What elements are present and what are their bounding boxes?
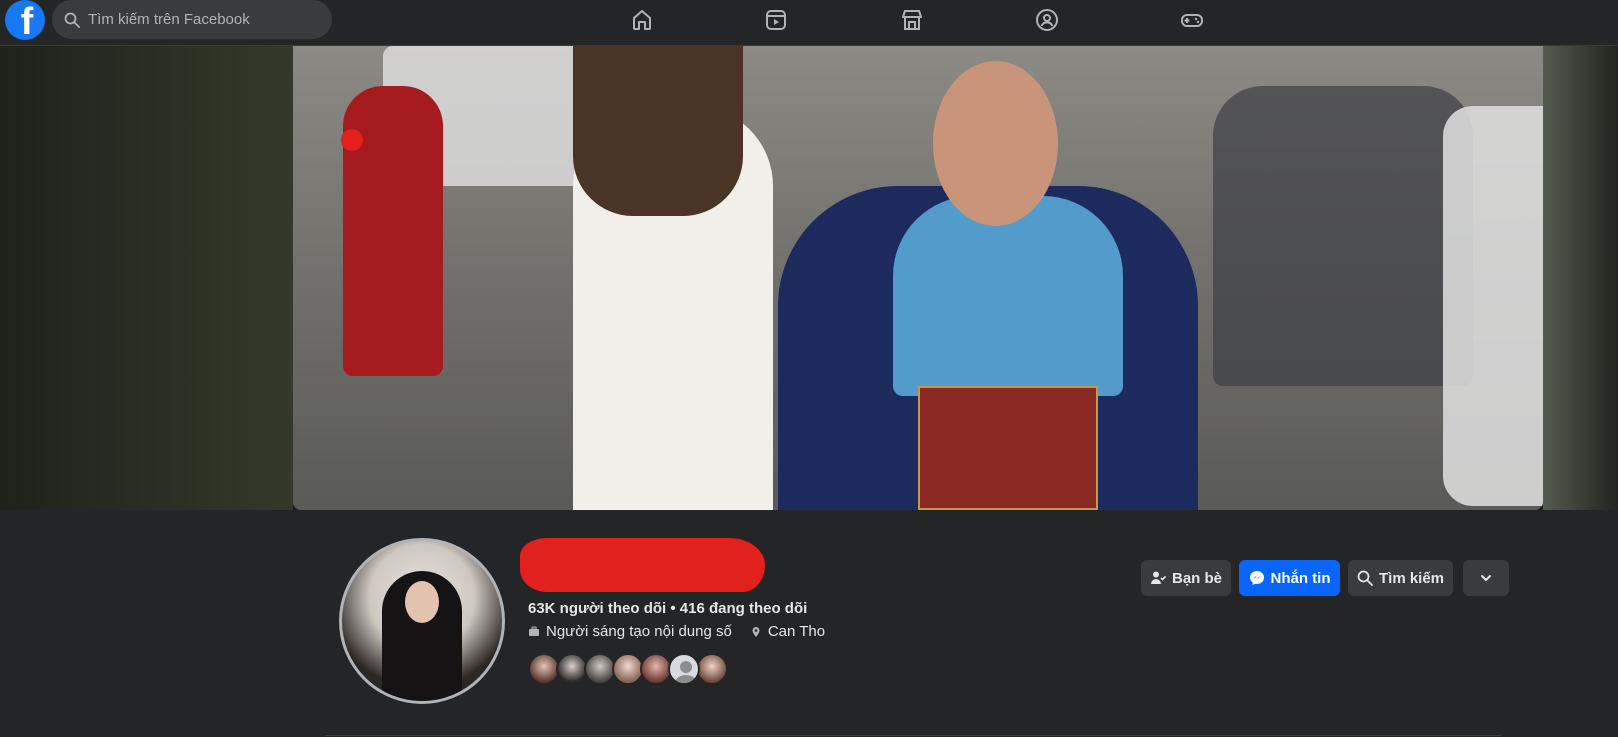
- friends-button-label: Bạn bè: [1171, 569, 1222, 587]
- search-profile-button[interactable]: Tìm kiếm: [1348, 560, 1453, 596]
- friend-avatar-default[interactable]: [668, 653, 700, 685]
- search-icon: [1357, 570, 1373, 586]
- cover-car-right: [1443, 106, 1543, 506]
- search-profile-button-label: Tìm kiếm: [1378, 569, 1445, 587]
- nav-groups[interactable]: [1031, 4, 1063, 36]
- nav-video[interactable]: [760, 4, 792, 36]
- profile-category: Người sáng tạo nội dung số: [546, 623, 732, 640]
- cover-person-red-dress: [343, 86, 443, 376]
- top-navigation-bar: f: [0, 0, 1618, 46]
- cover-graduate-hood: [893, 196, 1123, 396]
- nav-gaming[interactable]: [1176, 4, 1208, 36]
- location-pin-icon: [752, 626, 760, 637]
- search-box[interactable]: [52, 0, 332, 39]
- cover-background-left: [0, 46, 293, 510]
- section-divider: [325, 735, 1501, 736]
- cover-background-right: [1543, 46, 1618, 510]
- profile-location: Can Tho: [767, 623, 826, 640]
- default-avatar-body: [675, 675, 697, 683]
- nav-home[interactable]: [626, 4, 658, 36]
- home-icon: [633, 10, 651, 30]
- friend-avatar[interactable]: [696, 653, 728, 685]
- cover-photo[interactable]: [293, 46, 1543, 510]
- cover-graduate-face: [933, 61, 1058, 226]
- cover-red-dot: [341, 129, 363, 151]
- marketplace-icon: [902, 10, 922, 30]
- avatar-face: [405, 581, 439, 623]
- briefcase-icon: [529, 626, 539, 636]
- message-button[interactable]: Nhắn tin: [1239, 560, 1340, 596]
- groups-icon: [1036, 9, 1058, 31]
- mutual-friends-avatars[interactable]: [528, 653, 728, 685]
- messenger-icon: [1249, 571, 1264, 585]
- search-input[interactable]: [88, 11, 308, 28]
- cover-diploma: [918, 386, 1098, 510]
- follower-stats[interactable]: 63K người theo dõi • 416 đang theo dõi: [528, 600, 807, 617]
- facebook-logo[interactable]: f: [5, 0, 45, 40]
- video-icon: [766, 10, 786, 30]
- facebook-logo-letter: f: [20, 1, 34, 40]
- nav-marketplace[interactable]: [896, 4, 928, 36]
- friends-button[interactable]: Bạn bè: [1141, 560, 1231, 596]
- chevron-down-icon: [1481, 575, 1491, 581]
- more-options-button[interactable]: [1463, 560, 1509, 596]
- default-avatar-head: [680, 661, 692, 673]
- friend-user-icon: [1150, 571, 1166, 584]
- message-button-label: Nhắn tin: [1270, 569, 1331, 587]
- cover-person-hair: [573, 46, 743, 216]
- redacted-profile-name: [520, 538, 765, 592]
- gaming-icon: [1181, 14, 1203, 27]
- profile-avatar[interactable]: [339, 538, 505, 704]
- search-icon: [64, 12, 80, 28]
- cover-background-people: [1213, 86, 1473, 386]
- profile-meta: Người sáng tạo nội dung số Can Tho: [528, 623, 825, 640]
